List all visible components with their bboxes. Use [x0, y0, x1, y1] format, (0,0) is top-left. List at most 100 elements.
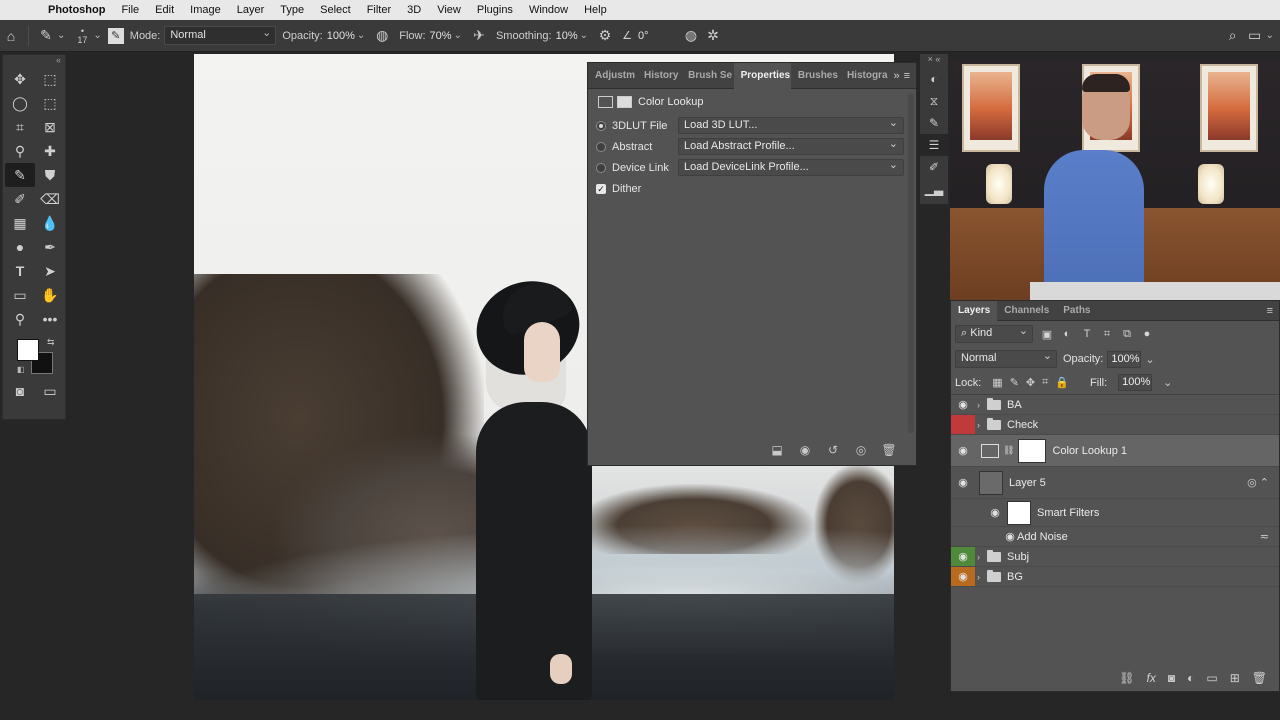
- layer-name[interactable]: Subj: [1007, 551, 1029, 563]
- menu-edit[interactable]: Edit: [147, 4, 182, 16]
- smart-object-thumbnail[interactable]: [979, 470, 1003, 495]
- menu-file[interactable]: File: [113, 4, 147, 16]
- tab-brushes[interactable]: Brushes: [791, 70, 840, 81]
- brushes-icon[interactable]: ✐: [920, 156, 948, 178]
- menu-layer[interactable]: Layer: [229, 4, 273, 16]
- flow-value[interactable]: 70%: [430, 30, 452, 42]
- blur-tool-icon[interactable]: 💧: [35, 211, 65, 235]
- adjustments-icon[interactable]: ◐: [920, 68, 948, 90]
- adjustment-filter-icon[interactable]: ◐: [1061, 328, 1073, 340]
- lock-all-icon[interactable]: 🔒: [1055, 376, 1069, 389]
- menu-help[interactable]: Help: [576, 4, 615, 16]
- fill-input[interactable]: 100%: [1118, 374, 1153, 391]
- panel-menu-icon[interactable]: ≡: [1267, 305, 1279, 317]
- layer-row-color-lookup[interactable]: ◉ ⛓ Color Lookup 1: [951, 435, 1279, 467]
- screen-mode-icon[interactable]: ▭: [35, 379, 65, 403]
- layer-name[interactable]: Add Noise: [1017, 531, 1068, 543]
- layer-row-layer5[interactable]: ◉ Layer 5 ◎ ⌃: [951, 467, 1279, 499]
- tab-layers[interactable]: Layers: [951, 300, 998, 321]
- scrollbar[interactable]: [908, 93, 914, 433]
- visibility-eye-icon[interactable]: ◉: [1003, 527, 1017, 546]
- menu-type[interactable]: Type: [272, 4, 312, 16]
- rectangle-tool-icon[interactable]: ▭: [5, 283, 35, 307]
- chevron-right-icon[interactable]: ›: [977, 420, 987, 430]
- airbrush-icon[interactable]: ✈: [468, 25, 490, 47]
- history-brush-tool-icon[interactable]: ✐: [5, 187, 35, 211]
- healing-brush-tool-icon[interactable]: ✚: [35, 139, 65, 163]
- chevron-down-icon[interactable]: ⌄: [1145, 353, 1154, 366]
- lock-transparent-icon[interactable]: ▦: [992, 376, 1002, 389]
- new-adjustment-layer-icon[interactable]: ◐: [1187, 671, 1194, 685]
- link-layers-icon[interactable]: ⛓: [1119, 671, 1134, 685]
- move-tool-icon[interactable]: ✥: [5, 67, 35, 91]
- menu-3d[interactable]: 3D: [399, 4, 429, 16]
- brush-settings-icon[interactable]: ✎: [107, 27, 124, 44]
- add-mask-icon[interactable]: ◙: [1168, 671, 1175, 685]
- layer-style-icon[interactable]: fx: [1147, 671, 1156, 685]
- brush-tool-icon[interactable]: ✎: [5, 163, 35, 187]
- visibility-eye-icon[interactable]: ◉: [951, 395, 975, 414]
- filter-blending-options-icon[interactable]: ≂: [1260, 530, 1269, 543]
- brush-settings-icon[interactable]: ✎: [920, 112, 948, 134]
- layer-row-check[interactable]: ◉ › Check: [951, 415, 1279, 435]
- radio-3dlut[interactable]: [596, 120, 606, 131]
- new-group-icon[interactable]: ▭: [1206, 671, 1217, 685]
- layer-row-smart-filters[interactable]: · ◉ Smart Filters: [951, 499, 1279, 527]
- collapse-icon[interactable]: «: [3, 55, 65, 67]
- tab-paths[interactable]: Paths: [1056, 301, 1097, 321]
- lock-image-icon[interactable]: ✎: [1010, 376, 1019, 389]
- more-tools-icon[interactable]: •••: [35, 307, 65, 331]
- object-selection-tool-icon[interactable]: ⬚: [35, 91, 65, 115]
- default-colors-icon[interactable]: ◧: [17, 365, 25, 374]
- blend-mode-select[interactable]: Normal: [955, 349, 1057, 368]
- swap-colors-icon[interactable]: ⇆: [47, 337, 55, 348]
- type-tool-icon[interactable]: T: [5, 259, 35, 283]
- filter-kind-select[interactable]: ⌕ Kind: [955, 324, 1033, 343]
- workspace-icon[interactable]: ▭: [1244, 25, 1266, 47]
- angle-value[interactable]: 0°: [638, 30, 678, 42]
- frame-tool-icon[interactable]: ⊠: [35, 115, 65, 139]
- pixel-filter-icon[interactable]: ▣: [1041, 328, 1053, 341]
- layer-name[interactable]: Layer 5: [1009, 477, 1046, 489]
- path-selection-tool-icon[interactable]: ➤: [35, 259, 65, 283]
- layer-name[interactable]: BG: [1007, 571, 1023, 583]
- menu-app-name[interactable]: Photoshop: [40, 4, 113, 16]
- brush-preset-icon[interactable]: • 17: [71, 25, 93, 47]
- visibility-eye-icon[interactable]: ◉: [951, 467, 975, 498]
- load-3dlut-dropdown[interactable]: Load 3D LUT...: [678, 116, 904, 134]
- hand-tool-icon[interactable]: ✋: [35, 283, 65, 307]
- eraser-tool-icon[interactable]: ⌫: [35, 187, 65, 211]
- brush-tool-icon[interactable]: ✎: [35, 25, 57, 47]
- foreground-color-swatch[interactable]: [17, 339, 39, 361]
- tab-adjustments[interactable]: Adjustm: [588, 70, 637, 81]
- dodge-tool-icon[interactable]: ●: [5, 235, 35, 259]
- chevron-down-icon[interactable]: ⌄: [1266, 30, 1274, 41]
- chevron-right-icon[interactable]: ›: [977, 400, 987, 410]
- smart-object-filter-icon[interactable]: ⧉: [1121, 328, 1133, 341]
- filter-toggle-icon[interactable]: ●: [1141, 328, 1153, 340]
- visibility-eye-icon[interactable]: ◉: [951, 435, 975, 466]
- visibility-eye-icon[interactable]: ◎: [852, 443, 870, 457]
- tab-properties[interactable]: Properties: [733, 62, 791, 89]
- opacity-input[interactable]: 100%: [1107, 350, 1142, 368]
- visibility-eye-icon[interactable]: ◉: [951, 547, 975, 566]
- lasso-tool-icon[interactable]: ◯: [5, 91, 35, 115]
- layer-name[interactable]: BA: [1007, 399, 1022, 411]
- layer-row-subj[interactable]: ◉ › Subj: [951, 547, 1279, 567]
- layer-name[interactable]: Check: [1007, 419, 1038, 431]
- clone-stamp-tool-icon[interactable]: ⛊: [35, 163, 65, 187]
- menu-image[interactable]: Image: [182, 4, 229, 16]
- more-tabs-icon[interactable]: »: [889, 70, 903, 82]
- link-icon[interactable]: ⛓: [1003, 445, 1014, 456]
- opacity-value[interactable]: 100%: [327, 30, 355, 42]
- radio-devicelink[interactable]: [596, 162, 606, 173]
- dither-checkbox[interactable]: ✓: [596, 183, 606, 194]
- chevron-down-icon[interactable]: ⌄: [454, 30, 462, 41]
- layer-row-add-noise[interactable]: · ◉ Add Noise ≂: [951, 527, 1279, 547]
- menu-plugins[interactable]: Plugins: [469, 4, 521, 16]
- history-icon[interactable]: ⧖: [920, 90, 948, 112]
- menu-view[interactable]: View: [429, 4, 469, 16]
- mode-select[interactable]: Normal: [164, 26, 277, 45]
- chevron-down-icon[interactable]: ⌄: [93, 30, 101, 41]
- load-devicelink-dropdown[interactable]: Load DeviceLink Profile...: [678, 158, 904, 176]
